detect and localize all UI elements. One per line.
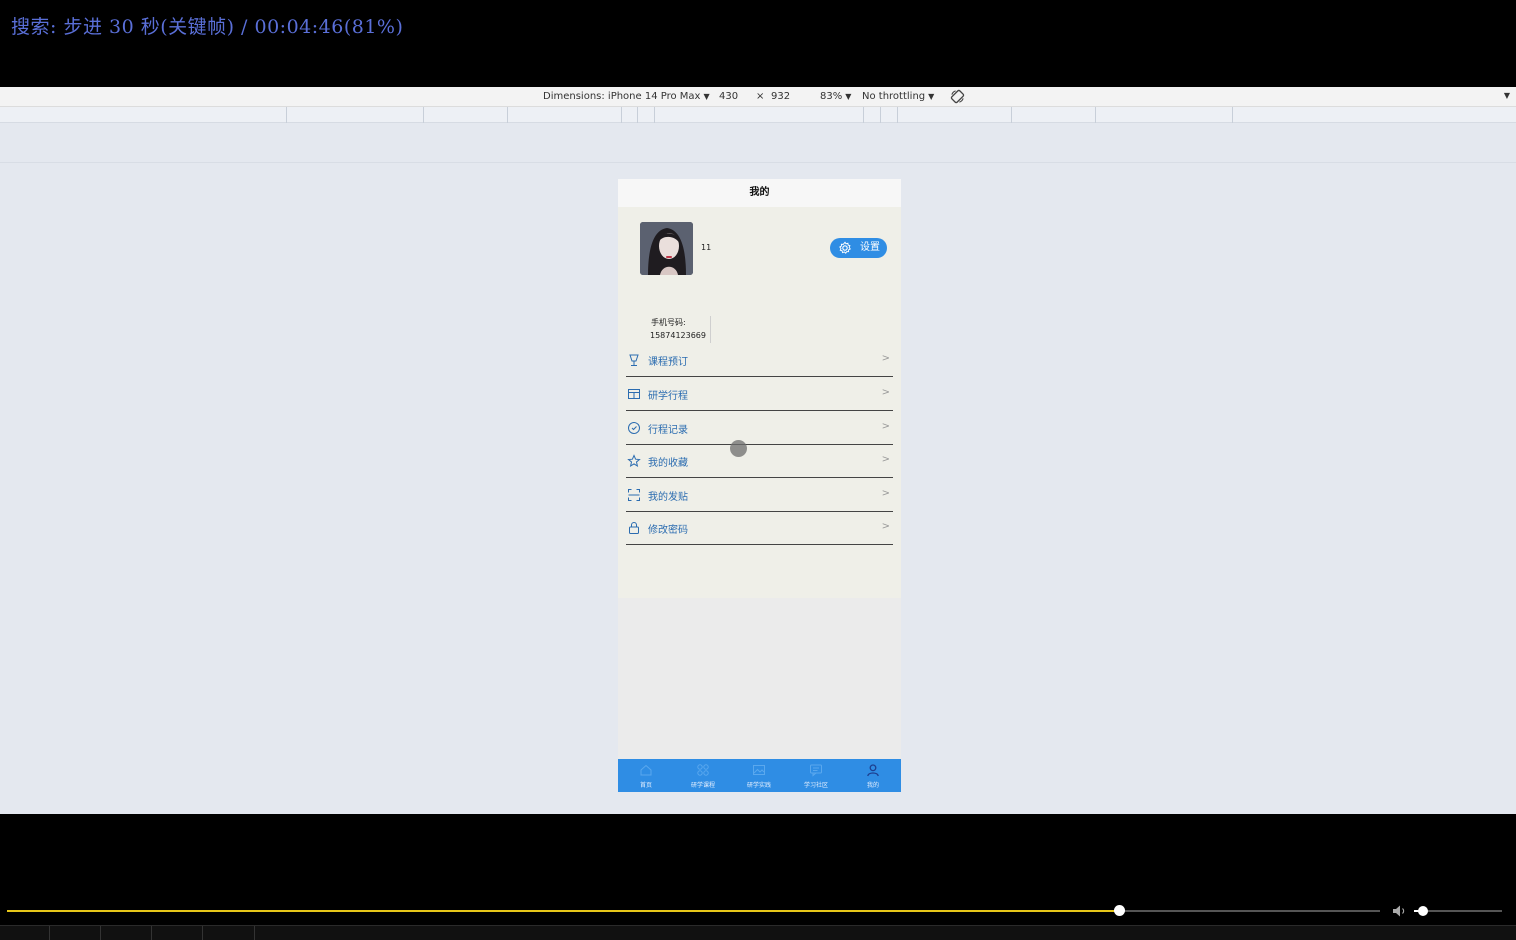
- grid-icon: [697, 764, 709, 776]
- chevron-down-icon: ▼: [845, 92, 852, 101]
- volume-handle[interactable]: [1417, 906, 1428, 916]
- throttling-label: No throttling: [862, 91, 926, 102]
- scan-icon: [628, 489, 640, 501]
- user-icon: [867, 764, 879, 777]
- menu-item-my-posts[interactable]: 我的发贴 >: [626, 479, 893, 512]
- ruler-tick: [654, 107, 655, 123]
- page-title: 我的: [618, 179, 901, 207]
- ruler-tick: [1011, 107, 1012, 123]
- settings-label: 设置: [860, 242, 880, 253]
- phone-label: 手机号码:: [651, 318, 686, 327]
- clock-icon: [628, 422, 640, 434]
- device-label: Dimensions: iPhone 14 Pro Max: [543, 91, 701, 102]
- chevron-down-icon: ▼: [703, 92, 710, 101]
- media-query-ruler: [0, 107, 1516, 123]
- divider: [710, 316, 711, 343]
- menu-item-label: 课程预订: [648, 357, 688, 368]
- tab-label: 首页: [639, 782, 652, 789]
- tab-mine[interactable]: 我的: [845, 759, 901, 792]
- ruler-tick: [897, 107, 898, 123]
- ruler-tick: [880, 107, 881, 123]
- trophy-icon: [629, 354, 639, 366]
- menu-item-label: 研学行程: [648, 391, 688, 402]
- menu-item-label: 行程记录: [648, 425, 688, 436]
- tab-label: 研学实践: [746, 782, 771, 789]
- ruler-tick: [621, 107, 622, 123]
- username: 11: [701, 243, 712, 252]
- width-input[interactable]: 430: [719, 91, 738, 102]
- divider: [100, 926, 101, 940]
- chevron-right-icon: >: [881, 488, 890, 499]
- zoom-label: 83%: [820, 91, 843, 102]
- ruler-tick: [637, 107, 638, 123]
- taskbar-strip: [0, 925, 1516, 940]
- seek-handle[interactable]: [1114, 905, 1126, 916]
- star-icon: [627, 454, 641, 468]
- divider: [254, 926, 255, 940]
- screen: 搜索: 步进 30 秒(关键帧) / 00:04:46(81%) Dimensi…: [0, 0, 1516, 940]
- chevron-right-icon: >: [881, 387, 890, 398]
- chevron-right-icon: >: [881, 521, 890, 532]
- calendar-icon: [628, 389, 640, 399]
- zoom-dropdown[interactable]: 83% ▼: [820, 91, 851, 102]
- height-input[interactable]: 932: [771, 91, 790, 102]
- settings-button[interactable]: 设置: [830, 238, 887, 258]
- menu-list: 课程预订 > 研学行程 > 行程记录 > 我的收藏 > 我的发贴 > 修改密码 …: [618, 344, 901, 598]
- menu-item-label: 我的收藏: [648, 458, 688, 469]
- divider: [0, 162, 1516, 163]
- menu-item-trip-records[interactable]: 行程记录 >: [626, 412, 893, 445]
- avatar[interactable]: [640, 222, 693, 275]
- touch-cursor: [730, 440, 747, 457]
- tab-community[interactable]: 学习社区: [788, 759, 844, 792]
- menu-item-course-booking[interactable]: 课程预订 >: [626, 344, 893, 377]
- menu-item-label: 修改密码: [648, 525, 688, 536]
- divider: [49, 926, 50, 940]
- tab-study-courses[interactable]: 研学课程: [675, 759, 731, 792]
- ruler-tick: [1232, 107, 1233, 123]
- volume-slider[interactable]: [1414, 906, 1502, 916]
- ruler-tick: [507, 107, 508, 123]
- ruler-tick: [863, 107, 864, 123]
- tab-label: 研学课程: [690, 782, 715, 789]
- ruler-tick: [1095, 107, 1096, 123]
- times-sign: ×: [756, 91, 765, 102]
- menu-item-label: 我的发贴: [648, 492, 688, 503]
- chat-icon: [810, 764, 822, 777]
- divider: [202, 926, 203, 940]
- seek-progress: [7, 910, 1120, 912]
- avatar-image: [640, 222, 693, 275]
- tab-home[interactable]: 首页: [618, 759, 674, 792]
- tab-study-practice[interactable]: 研学实践: [731, 759, 787, 792]
- image-icon: [753, 765, 765, 775]
- divider: [151, 926, 152, 940]
- bottom-tab-bar: 首页 研学课程 研学实践 学习社区 我的: [618, 759, 901, 792]
- chevron-right-icon: >: [881, 454, 890, 465]
- menu-item-favorites[interactable]: 我的收藏 >: [626, 445, 893, 478]
- chevron-right-icon: >: [881, 421, 890, 432]
- throttling-dropdown[interactable]: No throttling ▼: [862, 91, 934, 102]
- tab-label: 学习社区: [803, 782, 828, 789]
- rotate-icon[interactable]: [950, 89, 965, 104]
- seek-bar[interactable]: [7, 905, 1380, 916]
- lock-icon: [629, 522, 639, 534]
- more-options-icon[interactable]: ▼: [1504, 91, 1510, 100]
- speaker-icon[interactable]: [1392, 904, 1408, 918]
- tab-label: 我的: [866, 782, 879, 789]
- ruler-tick: [423, 107, 424, 123]
- profile-section: 11 设置 手机号码: 15874123669: [618, 207, 901, 344]
- chevron-down-icon: ▼: [928, 92, 935, 101]
- gear-icon: [839, 241, 851, 254]
- devtools-device-toolbar: Dimensions: iPhone 14 Pro Max ▼ 430 × 932…: [0, 87, 1516, 107]
- device-dropdown[interactable]: Dimensions: iPhone 14 Pro Max ▼: [543, 91, 710, 102]
- menu-item-change-password[interactable]: 修改密码 >: [626, 512, 893, 545]
- osd-status-text: 搜索: 步进 30 秒(关键帧) / 00:04:46(81%): [11, 16, 404, 38]
- phone-screen: 我的 11 设置 手机号码: 15874123669 课程预订 > 研学行程 >…: [618, 179, 901, 792]
- menu-item-study-itinerary[interactable]: 研学行程 >: [626, 378, 893, 411]
- home-icon: [640, 764, 652, 776]
- chevron-right-icon: >: [881, 353, 890, 364]
- ruler-tick: [286, 107, 287, 123]
- phone-number: 15874123669: [650, 331, 706, 340]
